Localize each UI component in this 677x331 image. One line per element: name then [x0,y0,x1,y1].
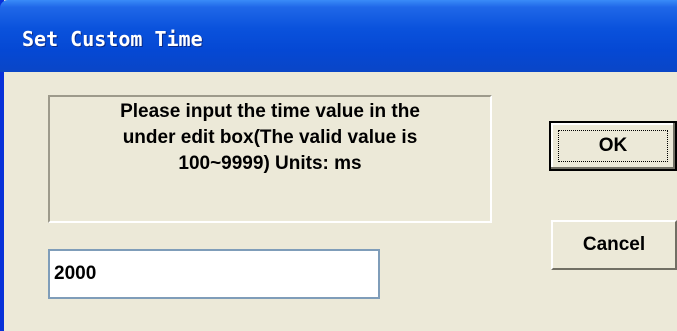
cancel-button-label: Cancel [582,234,646,255]
set-custom-time-dialog: Set Custom Time Please input the time va… [0,0,677,331]
title-bar[interactable]: Set Custom Time [0,0,677,72]
dialog-title: Set Custom Time [22,27,203,51]
focus-ring [558,130,668,162]
cancel-button[interactable]: Cancel [551,220,677,270]
instruction-text: Please input the time value in the under… [120,101,420,174]
ok-button[interactable]: OK [549,121,677,171]
time-value-input[interactable] [48,249,380,299]
instruction-panel: Please input the time value in the under… [48,95,492,223]
